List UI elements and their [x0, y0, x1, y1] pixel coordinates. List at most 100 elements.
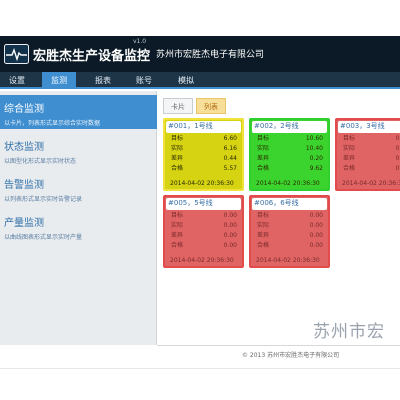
card-row: 合格 5.57: [165, 164, 242, 174]
line-card[interactable]: #003，3号线目标 0.00 实际 0.00 差异 0.00 合格 0.00 2014-04-…: [335, 118, 400, 191]
card-row: 目标 0.00: [251, 211, 328, 221]
line-card[interactable]: #002，2号线 目标 10.60 实际 10.40 差异 0.20 合格 9.62 2014-0…: [249, 118, 330, 191]
card-row-label: 差异: [171, 155, 184, 162]
card-timestamp: 2014-04-02 20:36:30: [170, 180, 234, 187]
nav-item-report[interactable]: 报表: [86, 72, 120, 89]
card-row-value: 6.60: [223, 135, 237, 142]
sidebar-item-overview[interactable]: 综合监测 以卡片，列表形式显示综合实时数据: [0, 95, 157, 129]
card-row-label: 实际: [343, 145, 356, 152]
card-row: 合格 0.00: [251, 241, 328, 251]
card-row: 实际 6.16: [165, 144, 242, 154]
sidebar-item-desc: 以图型化形式显示实时状态: [4, 158, 77, 165]
card-row: 实际 0.00: [337, 144, 400, 154]
nav-item-settings[interactable]: 设置: [0, 72, 34, 89]
card-row-label: 实际: [257, 145, 270, 152]
card-row: 合格 0.00: [165, 241, 242, 251]
card-row: 实际 10.40: [251, 144, 328, 154]
app-version: v1.0: [133, 38, 147, 45]
sidebar-item-desc: 以列表形式显示实时告警记录: [4, 196, 83, 203]
card-row-value: 6.16: [223, 145, 237, 152]
card-row-value: 0.00: [395, 135, 400, 142]
card-row-value: 0.44: [223, 155, 237, 162]
sidebar-item-desc: 以卡片，列表形式显示综合实时数据: [4, 120, 101, 127]
card-row-label: 目标: [171, 212, 184, 219]
card-row-value: 0.00: [309, 232, 323, 239]
nav-item-account[interactable]: 账号: [127, 72, 161, 89]
card-row-value: 0.20: [309, 155, 323, 162]
card-row-label: 目标: [343, 135, 356, 142]
card-row: 差异 0.44: [165, 154, 242, 164]
card-row-label: 合格: [171, 242, 184, 249]
card-row-label: 差异: [343, 155, 356, 162]
card-row-label: 合格: [343, 165, 356, 172]
view-card-button[interactable]: 卡片: [163, 98, 193, 114]
card-row-label: 差异: [171, 232, 184, 239]
card-row-label: 差异: [257, 155, 270, 162]
watermark: 苏州市宏: [313, 322, 385, 342]
card-row-value: 5.57: [223, 165, 237, 172]
card-row-value: 0.00: [395, 165, 400, 172]
card-row-value: 0.00: [223, 212, 237, 219]
card-timestamp: 2014-04-02 20:36:30: [170, 257, 234, 264]
nav-item-monitor[interactable]: 监测: [42, 72, 76, 89]
card-row: 实际 0.00: [251, 221, 328, 231]
card-row-label: 目标: [257, 212, 270, 219]
card-title: #006，6号线: [252, 198, 327, 210]
line-card[interactable]: #005，5号线目标 0.00 实际 0.00 差异 0.00 合格 0.00 2014-04-…: [163, 195, 244, 268]
line-card[interactable]: #001，1号线目标 6.60 实际 6.16 差异 0.44 合格 5.57 2014-04-…: [163, 118, 244, 191]
card-row-value: 0.00: [309, 242, 323, 249]
card-row-label: 实际: [257, 222, 270, 229]
card-timestamp: 2014-04-02 20:36:30: [256, 257, 320, 264]
nav-item-simulation[interactable]: 模拟: [169, 72, 203, 89]
sidebar-item-status[interactable]: 状态监测 以图型化形式显示实时状态: [0, 133, 157, 167]
card-row-label: 目标: [171, 135, 184, 142]
pulse-logo-icon: [4, 44, 29, 64]
line-card[interactable]: #006，6号线目标 0.00 实际 0.00 差异 0.00 合格 0.00 2014-04-…: [249, 195, 330, 268]
sidebar-item-title: 综合监测: [4, 104, 44, 115]
copyright: © 2013 苏州市宏胜杰电子有限公司: [242, 352, 340, 359]
card-row: 差异 0.00: [337, 154, 400, 164]
card-row: 差异 0.00: [251, 231, 328, 241]
card-row-value: 10.40: [305, 145, 323, 152]
sidebar-item-alarm[interactable]: 告警监测 以列表形式显示实时告警记录: [0, 171, 157, 205]
app-title: 宏胜杰生产设备监控: [33, 49, 151, 64]
card-title: #005，5号线: [166, 198, 241, 210]
sidebar-item-title: 产量监测: [4, 218, 44, 229]
card-row-label: 合格: [171, 165, 184, 172]
card-title: #001，1号线: [166, 121, 241, 133]
card-row: 差异 0.20: [251, 154, 328, 164]
card-row: 目标 6.60: [165, 134, 242, 144]
card-row-label: 合格: [257, 165, 270, 172]
card-row-value: 0.00: [395, 145, 400, 152]
card-title: #002，2号线: [252, 121, 327, 133]
sidebar-item-desc: 以曲线图表形式显示实时产量: [4, 234, 83, 241]
card-row: 目标 0.00: [165, 211, 242, 221]
card-row-value: 0.00: [395, 155, 400, 162]
card-row-label: 合格: [257, 242, 270, 249]
card-row-value: 10.60: [305, 135, 323, 142]
bottom-divider: [0, 368, 400, 369]
card-row: 实际 0.00: [165, 221, 242, 231]
main-nav: 设置 监测 报表 账号 模拟: [0, 72, 400, 89]
card-title: #003，3号线: [338, 121, 400, 133]
card-row-value: 0.00: [223, 242, 237, 249]
card-row: 差异 0.00: [165, 231, 242, 241]
sidebar-item-title: 告警监测: [4, 180, 44, 191]
card-timestamp: 2014-04-02 20:36:30: [342, 180, 400, 187]
sidebar-item-output[interactable]: 产量监测 以曲线图表形式显示实时产量: [0, 209, 157, 243]
footer-divider: [157, 345, 400, 346]
card-row-label: 差异: [257, 232, 270, 239]
card-row: 目标 10.60: [251, 134, 328, 144]
company-name: 苏州市宏胜杰电子有限公司: [156, 50, 265, 60]
card-row: 目标 0.00: [337, 134, 400, 144]
card-row-value: 0.00: [223, 222, 237, 229]
card-row-value: 0.00: [223, 232, 237, 239]
card-row-value: 9.62: [309, 165, 323, 172]
view-list-button[interactable]: 列表: [196, 98, 226, 114]
card-row-label: 实际: [171, 222, 184, 229]
card-row-value: 0.00: [309, 212, 323, 219]
card-timestamp: 2014-04-02 20:36:30: [256, 180, 320, 187]
card-row-label: 实际: [171, 145, 184, 152]
sidebar: 综合监测 以卡片，列表形式显示综合实时数据 状态监测 以图型化形式显示实时状态 …: [0, 91, 157, 345]
card-row-value: 0.00: [309, 222, 323, 229]
